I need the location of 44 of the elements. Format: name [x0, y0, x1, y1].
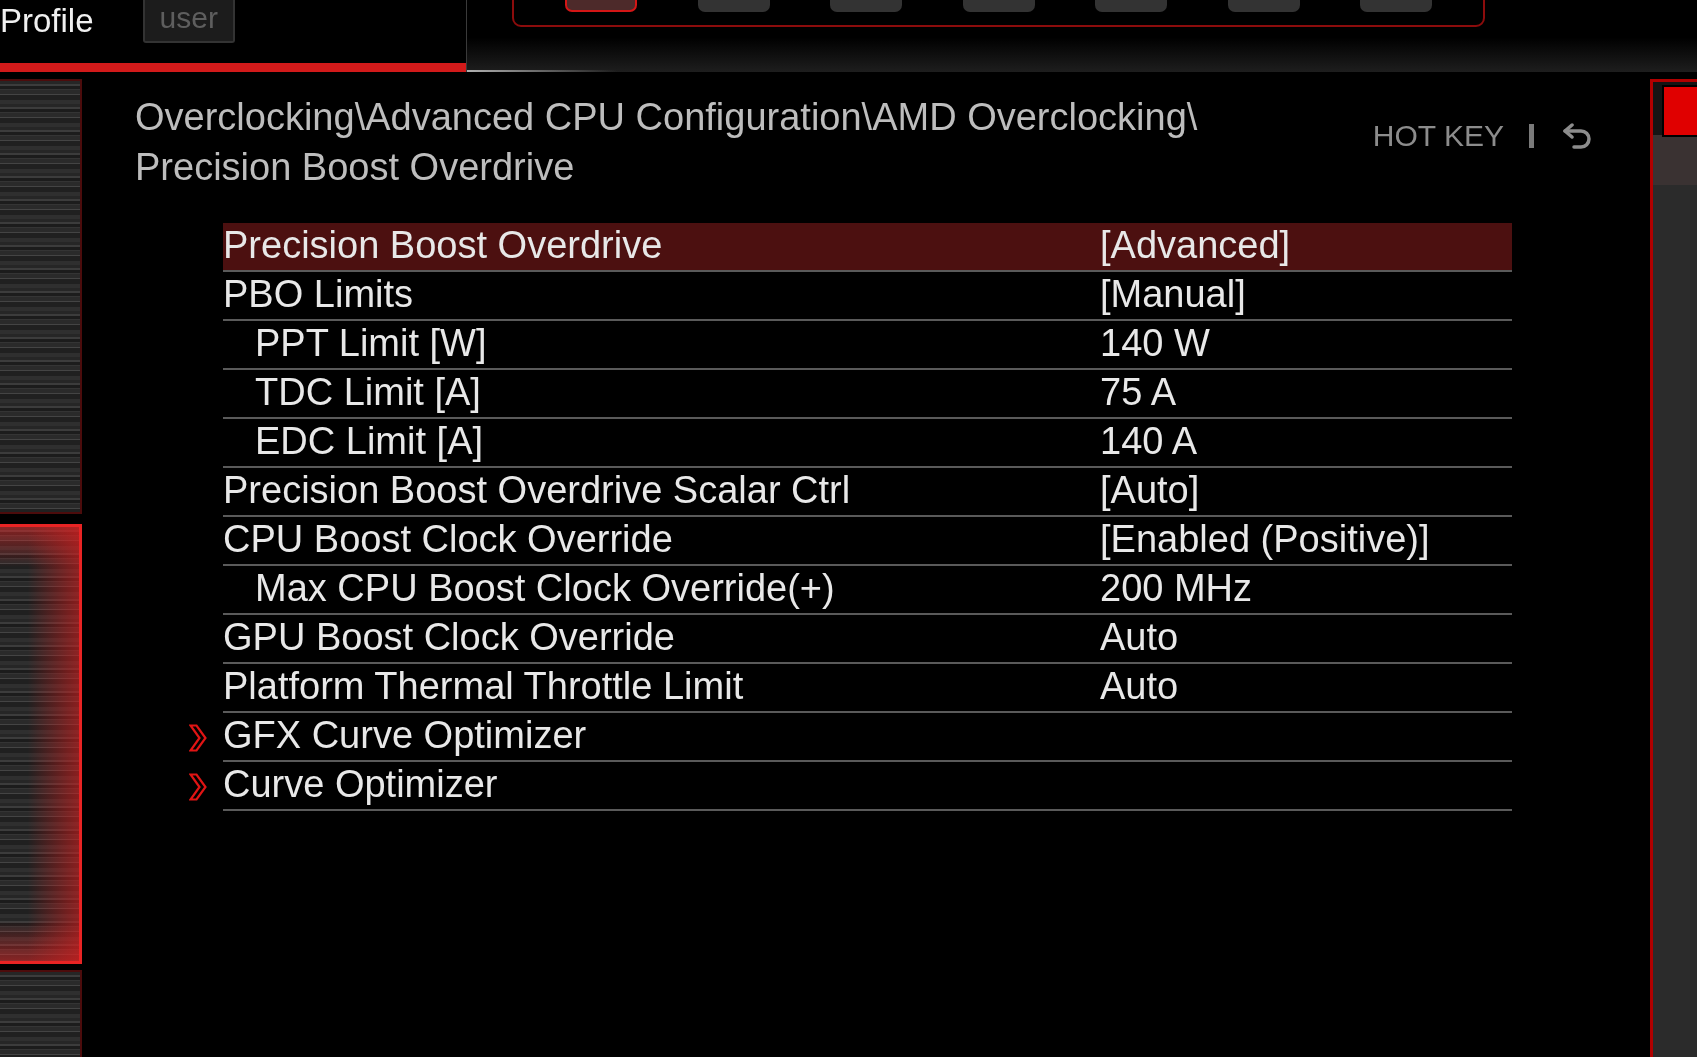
setting-row[interactable]: Max CPU Boost Clock Override(+) 200 MHz	[223, 566, 1512, 615]
setting-label: Platform Thermal Throttle Limit	[223, 665, 744, 707]
setting-row[interactable]: GFX Curve Optimizer	[223, 713, 1512, 762]
setting-label: Curve Optimizer	[223, 763, 498, 805]
setting-label: PPT Limit [W]	[255, 322, 487, 364]
setting-label: Max CPU Boost Clock Override(+)	[255, 567, 835, 609]
setting-row[interactable]: Platform Thermal Throttle Limit Auto	[223, 664, 1512, 713]
profile-label: Profile	[0, 4, 94, 37]
setting-value: Auto	[1100, 616, 1179, 658]
setting-row[interactable]: Curve Optimizer	[223, 762, 1512, 811]
setting-row[interactable]: EDC Limit [A] 140 A	[223, 419, 1512, 468]
setting-row[interactable]: CPU Boost Clock Override [Enabled (Positive)]	[223, 517, 1512, 566]
setting-value: [Enabled (Positive)]	[1100, 518, 1430, 560]
setting-label: EDC Limit [A]	[255, 420, 484, 462]
square-tab-icon[interactable]	[1664, 87, 1697, 135]
setting-label: GPU Boost Clock Override	[223, 616, 675, 658]
setting-row[interactable]: TDC Limit [A] 75 A	[223, 370, 1512, 419]
setting-label: GFX Curve Optimizer	[223, 714, 587, 756]
setting-label: PBO Limits	[223, 273, 414, 315]
breadcrumb-path: Overclocking\Advanced CPU Configuration\AMD Overclocking\ Precision Boost Overdrive	[135, 95, 1199, 190]
chevron-icon	[189, 772, 207, 801]
setting-value: [Manual]	[1100, 273, 1246, 315]
setting-row[interactable]: PBO Limits [Manual]	[223, 272, 1512, 321]
setting-label: Precision Boost Overdrive	[223, 224, 663, 266]
hotkey-button[interactable]: HOT KEY	[1372, 121, 1504, 151]
setting-label: CPU Boost Clock Override	[223, 518, 673, 560]
setting-label: Precision Boost Overdrive Scalar Ctrl	[223, 469, 851, 511]
setting-value: 200 MHz	[1100, 567, 1253, 609]
chevron-icon	[189, 723, 207, 752]
setting-row[interactable]: GPU Boost Clock Override Auto	[223, 615, 1512, 664]
side-menu-tile[interactable]	[0, 524, 82, 964]
setting-value: 140 W	[1100, 322, 1210, 364]
setting-value: 140 A	[1100, 420, 1198, 462]
setting-value: Auto	[1100, 665, 1179, 707]
setting-row[interactable]: Precision Boost Overdrive Scalar Ctrl [Auto]	[223, 468, 1512, 517]
side-menu-tile[interactable]	[0, 970, 82, 1057]
return-arrow-icon[interactable]	[1562, 123, 1592, 149]
setting-value: [Advanced]	[1100, 224, 1291, 266]
setting-row[interactable]: PPT Limit [W] 140 W	[223, 321, 1512, 370]
side-menu-tile[interactable]	[0, 79, 82, 514]
setting-row[interactable]: Precision Boost Overdrive [Advanced]	[223, 223, 1512, 272]
setting-label: TDC Limit [A]	[255, 371, 481, 413]
setting-value: 75 A	[1100, 371, 1177, 413]
setting-value: [Auto]	[1100, 469, 1200, 511]
